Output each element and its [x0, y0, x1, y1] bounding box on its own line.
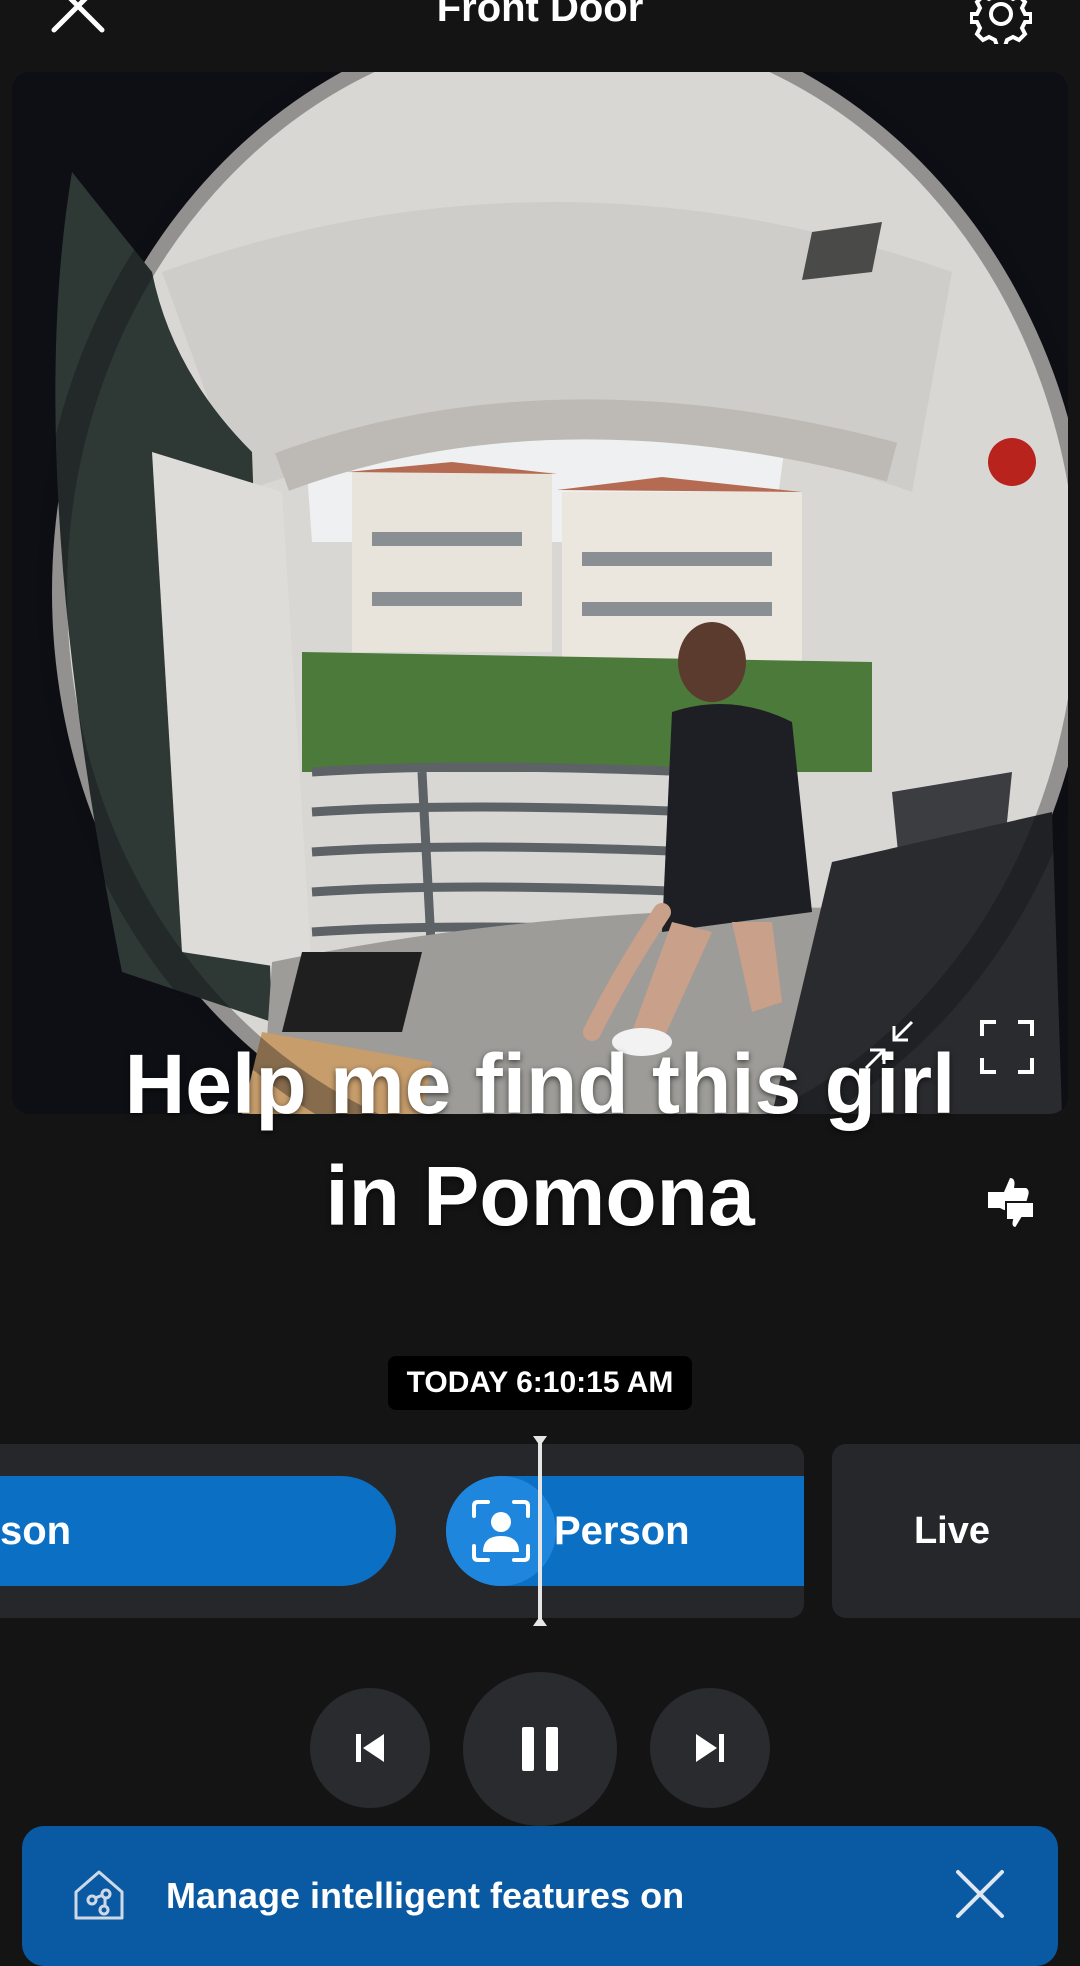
minimize-icon — [864, 1020, 914, 1070]
fullscreen-icon — [980, 1020, 1034, 1074]
timeline-event-label: son — [0, 1509, 72, 1553]
page-title: Front Door — [436, 0, 644, 30]
timeline-playhead[interactable] — [533, 1436, 547, 1626]
camera-video[interactable] — [12, 72, 1068, 1114]
caption-line-2: in Pomona — [325, 1149, 755, 1243]
caption-line-1: Help me find this girl — [124, 1037, 956, 1131]
fullscreen-button[interactable] — [978, 1018, 1036, 1076]
timeline-event-label: Person — [554, 1509, 690, 1553]
banner-text: Manage intelligent features on — [166, 1875, 685, 1916]
pause-button[interactable] — [463, 1672, 617, 1826]
thumbs-feedback-icon — [988, 1178, 1035, 1230]
settings-button[interactable] — [969, 0, 1033, 48]
event-timestamp: TODAY 6:10:15 AM — [388, 1356, 692, 1410]
skip-next-icon — [696, 1734, 724, 1762]
feedback-button[interactable] — [984, 1174, 1042, 1230]
previous-event-button[interactable] — [310, 1688, 430, 1808]
playhead-markers — [533, 1436, 547, 1626]
minimize-button[interactable] — [860, 1016, 918, 1074]
video-caption: Help me find this girl in Pomona — [0, 1028, 1080, 1252]
pause-icon — [522, 1727, 558, 1771]
close-icon — [956, 1870, 1004, 1918]
camera-frame-image — [12, 72, 1068, 1114]
gear-icon — [969, 0, 1033, 48]
smart-home-icon — [72, 1868, 126, 1920]
next-event-button[interactable] — [650, 1688, 770, 1808]
live-label: Live — [913, 1510, 991, 1552]
banner-close-button[interactable] — [952, 1866, 1008, 1922]
skip-previous-icon — [356, 1734, 384, 1762]
